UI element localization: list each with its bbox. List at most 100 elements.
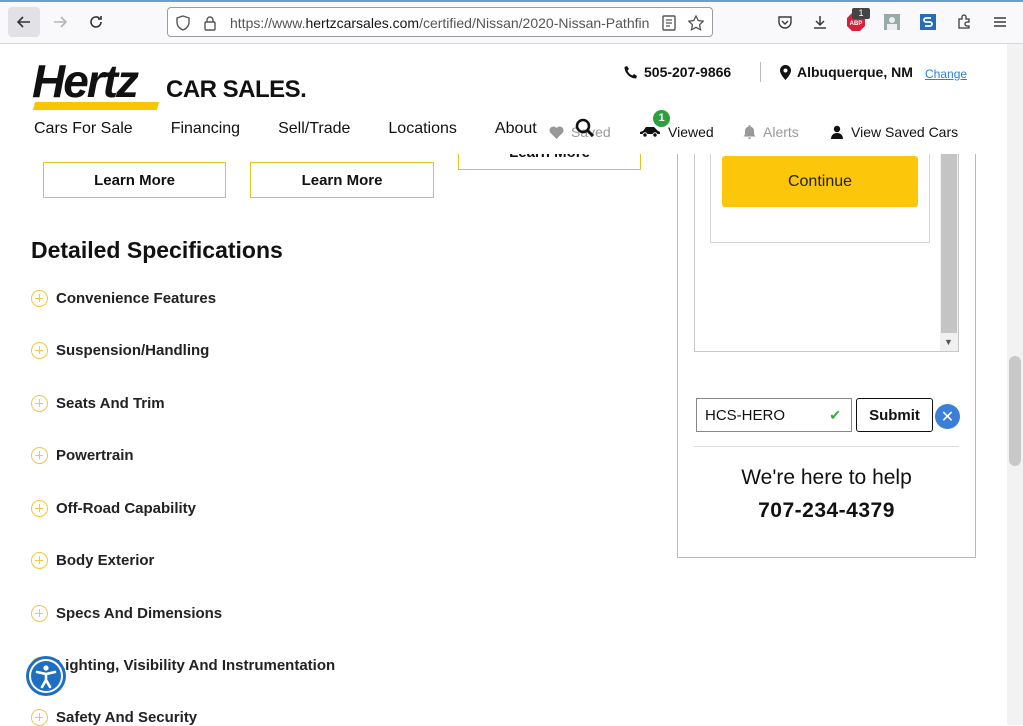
car-icon xyxy=(640,127,660,138)
viewed-label: Viewed xyxy=(668,124,714,140)
nav-cars-for-sale[interactable]: Cars For Sale xyxy=(34,120,133,138)
svg-text:ABP: ABP xyxy=(850,21,863,27)
clear-close-icon[interactable]: ✕ xyxy=(935,404,960,429)
spec-specs-and-dimensions[interactable]: Specs And Dimensions xyxy=(31,605,222,622)
promo-code-value: HCS-HERO xyxy=(705,407,786,424)
spec-label: Off-Road Capability xyxy=(56,500,197,517)
expand-plus-icon xyxy=(31,709,48,726)
expand-plus-icon xyxy=(31,395,48,412)
viewed-count-badge: 1 xyxy=(653,110,670,127)
hertz-logo[interactable]: Hertz CAR SALES. xyxy=(32,55,307,110)
panel-divider xyxy=(694,446,959,447)
spec-seats-and-trim[interactable]: Seats And Trim xyxy=(31,395,165,412)
bookmark-star-icon[interactable] xyxy=(687,14,705,32)
logo-brand: Hertz xyxy=(32,55,139,107)
lock-icon[interactable] xyxy=(201,14,219,32)
submit-button[interactable]: Submit xyxy=(856,398,933,432)
spec-lighting-visibility[interactable]: Lighting, Visibility And Instrumentation xyxy=(31,657,335,674)
arrow-left-icon xyxy=(16,16,30,28)
location-text: Albuquerque, NM xyxy=(797,64,913,80)
specs-heading: Detailed Specifications xyxy=(31,237,283,263)
expand-plus-icon xyxy=(31,342,48,359)
pocket-icon[interactable] xyxy=(774,11,796,33)
page-scrollbar[interactable] xyxy=(1007,44,1023,725)
logo-yellow-bar xyxy=(32,102,160,110)
bell-icon xyxy=(743,125,756,139)
view-saved-cars-link[interactable]: View Saved Cars xyxy=(830,124,958,140)
view-saved-label: View Saved Cars xyxy=(851,124,959,140)
spec-label: Safety And Security xyxy=(56,709,198,726)
shield-icon[interactable] xyxy=(174,14,192,32)
accessibility-button[interactable] xyxy=(26,656,66,696)
extensions-puzzle-icon[interactable] xyxy=(953,11,975,33)
learn-more-label: Learn More xyxy=(94,171,175,189)
promo-code-input[interactable]: HCS-HERO ✔ xyxy=(696,398,852,432)
main-nav: Cars For Sale Financing Sell/Trade Locat… xyxy=(34,120,575,138)
browser-toolbar: https://www.hertzcarsales.com/certified/… xyxy=(0,0,1023,44)
spec-label: Suspension/Handling xyxy=(56,342,210,359)
expand-plus-icon xyxy=(31,290,48,307)
nav-sell-trade[interactable]: Sell/Trade xyxy=(278,120,350,138)
alerts-link[interactable]: Alerts xyxy=(743,124,799,140)
help-text: We're here to help xyxy=(741,466,912,489)
scroll-down-arrow-icon[interactable]: ▼ xyxy=(944,337,953,347)
phone-icon xyxy=(624,66,637,79)
reader-view-icon[interactable] xyxy=(660,14,678,32)
spec-body-exterior[interactable]: Body Exterior xyxy=(31,552,154,569)
alerts-label: Alerts xyxy=(763,124,799,140)
back-button[interactable] xyxy=(8,7,40,37)
form-scrollbar-thumb[interactable] xyxy=(941,154,957,333)
learn-more-button-2[interactable]: Learn More xyxy=(250,162,434,198)
spec-suspension-handling[interactable]: Suspension/Handling xyxy=(31,342,209,359)
form-scrollbar[interactable]: ▼ xyxy=(940,154,958,351)
map-pin-icon xyxy=(780,64,791,80)
reload-icon xyxy=(90,16,102,28)
accessibility-person-icon xyxy=(29,659,63,693)
utility-nav: Saved Viewed Alerts View Saved Cars xyxy=(549,118,989,144)
learn-more-label: Learn More xyxy=(301,171,383,189)
header-separator xyxy=(760,62,761,82)
expand-plus-icon xyxy=(31,605,48,622)
spec-label: Convenience Features xyxy=(56,290,217,307)
download-icon[interactable] xyxy=(809,11,831,33)
nav-financing[interactable]: Financing xyxy=(171,120,240,138)
spec-safety-and-security[interactable]: Safety And Security xyxy=(31,709,197,726)
viewed-link[interactable]: Viewed xyxy=(639,124,714,140)
spec-label: Seats And Trim xyxy=(56,395,165,412)
url-bar[interactable]: https://www.hertzcarsales.com/certified/… xyxy=(167,7,713,37)
help-phone-number[interactable]: 707-234-4379 xyxy=(677,499,976,523)
search-icon xyxy=(575,118,595,138)
spec-label: Specs And Dimensions xyxy=(56,605,223,622)
user-icon xyxy=(831,125,843,139)
phone-number: 505-207-9866 xyxy=(644,64,732,80)
nav-locations[interactable]: Locations xyxy=(388,120,457,138)
spec-label: Powertrain xyxy=(56,447,134,464)
spec-convenience-features[interactable]: Convenience Features xyxy=(31,290,216,307)
search-button[interactable] xyxy=(575,118,595,138)
checkmark-icon: ✔ xyxy=(829,407,841,423)
arrow-right-icon xyxy=(54,16,68,28)
site-header: Hertz CAR SALES. 505-207-9866 Albuquerqu… xyxy=(0,44,1007,154)
header-location: Albuquerque, NM xyxy=(780,64,913,80)
url-text[interactable]: https://www.hertzcarsales.com/certified/… xyxy=(230,15,650,31)
menu-hamburger-icon[interactable] xyxy=(989,11,1011,33)
window-top-edge xyxy=(0,0,1023,2)
expand-plus-icon xyxy=(31,447,48,464)
extension-s-icon[interactable] xyxy=(917,11,939,33)
spec-powertrain[interactable]: Powertrain xyxy=(31,447,134,464)
page-scrollbar-thumb[interactable] xyxy=(1009,356,1021,466)
forward-button[interactable] xyxy=(44,7,76,37)
logo-subtitle: CAR SALES. xyxy=(166,76,307,103)
adblock-count-badge: 1 xyxy=(852,8,870,19)
learn-more-button-1[interactable]: Learn More xyxy=(43,162,226,198)
spec-label: Lighting, Visibility And Instrumentation xyxy=(56,657,336,674)
nav-about[interactable]: About xyxy=(495,120,537,138)
extension-avatar-icon[interactable] xyxy=(881,11,903,33)
spec-label: Body Exterior xyxy=(56,552,155,569)
header-phone[interactable]: 505-207-9866 xyxy=(624,64,731,80)
heart-icon xyxy=(549,125,564,139)
continue-button[interactable]: Continue xyxy=(722,156,918,207)
spec-off-road-capability[interactable]: Off-Road Capability xyxy=(31,500,196,517)
change-location-link[interactable]: Change xyxy=(925,67,967,81)
reload-button[interactable] xyxy=(80,7,112,37)
